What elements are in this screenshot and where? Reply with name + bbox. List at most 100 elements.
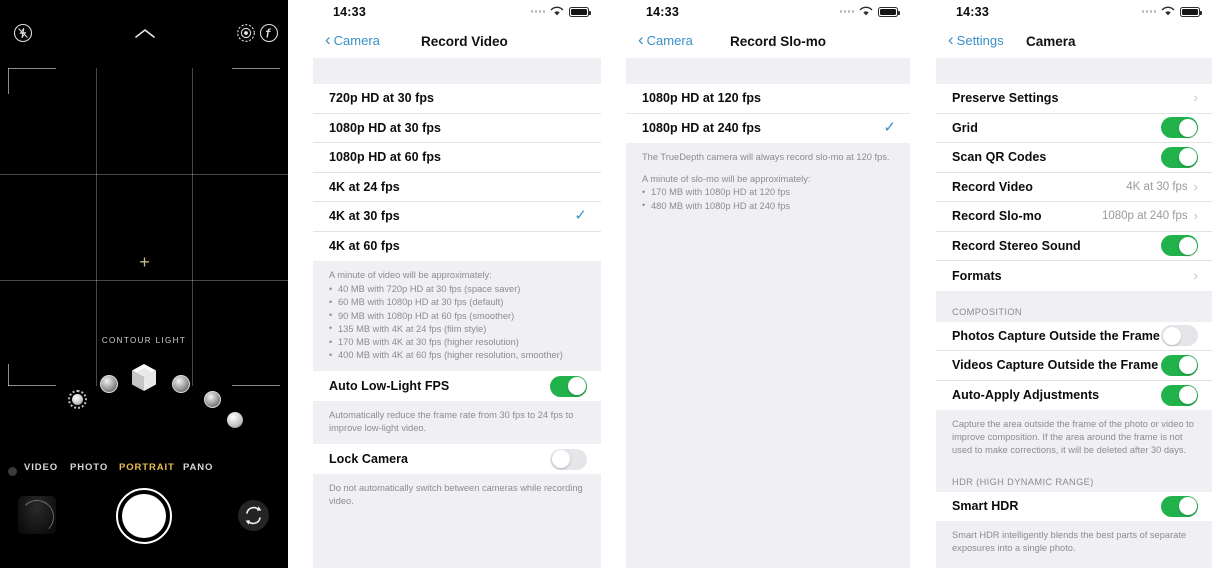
- toggle-lock-camera[interactable]: [550, 448, 587, 470]
- row-record-slomo[interactable]: Record Slo-mo 1080p at 240 fps ›: [936, 202, 1212, 232]
- record-video-panel: 14:33 ‹ Camera Record Video 720p HD at 3…: [313, 0, 601, 568]
- footnote-line: The TrueDepth camera will always record …: [642, 152, 890, 162]
- battery-icon: [569, 6, 591, 17]
- row-record-video[interactable]: Record Video 4K at 30 fps ›: [936, 172, 1212, 202]
- panel-filler: [936, 564, 1212, 568]
- lock-camera-group: Lock Camera: [313, 444, 601, 474]
- camera-main-settings-group: Preserve Settings › Grid Scan QR Codes R…: [936, 84, 1212, 291]
- filters-icon[interactable]: [258, 22, 280, 44]
- status-bar: 14:33: [626, 0, 910, 26]
- section-spacer: [626, 58, 910, 84]
- navigation-bar: ‹ Settings Camera: [936, 26, 1212, 58]
- checkmark-icon: ✓: [883, 119, 896, 137]
- chevron-right-icon: ›: [1193, 178, 1198, 194]
- toggle-auto-low-light-fps[interactable]: [550, 375, 587, 397]
- composition-note: Capture the area outside the frame of th…: [936, 410, 1212, 467]
- video-size-footnote: A minute of video will be approximately:…: [313, 261, 601, 372]
- footnote-item: 170 MB with 4K at 30 fps (higher resolut…: [329, 336, 585, 349]
- mode-portrait[interactable]: PORTRAIT: [119, 462, 175, 473]
- flip-camera-icon[interactable]: [238, 500, 269, 531]
- toggle-smart-hdr[interactable]: [1161, 495, 1198, 517]
- status-bar: 14:33: [313, 0, 601, 26]
- mode-pano[interactable]: PANO: [183, 462, 213, 473]
- record-video-value: 4K at 30 fps: [1126, 180, 1188, 193]
- cellular-signal-icon: [1141, 10, 1156, 13]
- status-time: 14:33: [333, 5, 366, 19]
- hdr-note: Smart HDR intelligently blends the best …: [936, 521, 1212, 565]
- row-record-stereo-sound[interactable]: Record Stereo Sound: [936, 231, 1212, 261]
- page-title: Record Video: [421, 34, 508, 49]
- list-item[interactable]: 1080p HD at 30 fps: [313, 113, 601, 143]
- row-preserve-settings[interactable]: Preserve Settings ›: [936, 84, 1212, 114]
- toggle-auto-apply-adjustments[interactable]: [1161, 384, 1198, 406]
- list-item[interactable]: 4K at 24 fps: [313, 172, 601, 202]
- list-item[interactable]: 1080p HD at 60 fps: [313, 143, 601, 173]
- list-item-selected[interactable]: 1080p HD at 240 fps ✓: [626, 113, 910, 143]
- mode-photo[interactable]: PHOTO: [70, 462, 108, 473]
- row-lock-camera[interactable]: Lock Camera: [313, 444, 601, 474]
- footnote-item: 90 MB with 1080p HD at 60 fps (smoother): [329, 309, 585, 323]
- section-header-hdr: HDR (HIGH DYNAMIC RANGE): [936, 466, 1212, 492]
- row-auto-low-light-fps[interactable]: Auto Low-Light FPS: [313, 371, 601, 401]
- photo-library-thumbnail[interactable]: [18, 496, 56, 534]
- slomo-options-group: 1080p HD at 120 fps 1080p HD at 240 fps …: [626, 84, 910, 143]
- lighting-dial-stage-mono[interactable]: [227, 412, 243, 428]
- toggle-grid[interactable]: [1161, 117, 1198, 139]
- row-auto-apply-adjustments[interactable]: Auto-Apply Adjustments: [936, 380, 1212, 410]
- video-resolution-options-group: 720p HD at 30 fps 1080p HD at 30 fps 108…: [313, 84, 601, 261]
- status-time: 14:33: [646, 5, 679, 19]
- hdr-group: Smart HDR: [936, 491, 1212, 522]
- chevron-up-icon[interactable]: [132, 26, 158, 42]
- battery-icon: [878, 6, 900, 17]
- row-scan-qr-codes[interactable]: Scan QR Codes: [936, 143, 1212, 173]
- cellular-signal-icon: [530, 10, 545, 13]
- section-spacer: [936, 58, 1212, 84]
- footnote-item: 60 MB with 1080p HD at 30 fps (default): [329, 296, 585, 309]
- portrait-lighting-label: CONTOUR LIGHT: [101, 336, 187, 345]
- chevron-right-icon: ›: [1193, 208, 1198, 224]
- live-photo-icon[interactable]: [235, 22, 257, 44]
- footnote-item: 170 MB with 1080p HD at 120 fps: [642, 186, 894, 199]
- focus-reticle-icon: +: [139, 252, 150, 272]
- list-item[interactable]: 1080p HD at 120 fps: [626, 84, 910, 114]
- footnote-title: A minute of video will be approximately:: [329, 270, 492, 280]
- shutter-button[interactable]: [116, 488, 172, 544]
- row-smart-hdr[interactable]: Smart HDR: [936, 491, 1212, 522]
- list-item[interactable]: 4K at 60 fps: [313, 231, 601, 261]
- lighting-dial-stage[interactable]: [204, 391, 221, 408]
- mode-video[interactable]: VIDEO: [24, 462, 58, 473]
- toggle-record-stereo-sound[interactable]: [1161, 235, 1198, 257]
- toggle-videos-capture-outside-frame[interactable]: [1161, 354, 1198, 376]
- toggle-photos-capture-outside-frame[interactable]: [1161, 325, 1198, 347]
- footnote-title: A minute of slo-mo will be approximately…: [642, 174, 811, 185]
- camera-top-controls: [0, 22, 288, 52]
- page-title: Camera: [1026, 34, 1076, 49]
- list-item[interactable]: 720p HD at 30 fps: [313, 84, 601, 114]
- panel-filler: [626, 221, 910, 568]
- camera-mode-selector[interactable]: VIDEO PHOTO PORTRAIT PANO: [0, 462, 288, 484]
- toggle-scan-qr-codes[interactable]: [1161, 146, 1198, 168]
- navigation-bar: ‹ Camera Record Video: [313, 26, 601, 58]
- record-slomo-value: 1080p at 240 fps: [1101, 210, 1188, 223]
- checkmark-icon: ✓: [574, 207, 587, 225]
- list-item-selected[interactable]: 4K at 30 fps ✓: [313, 202, 601, 232]
- footnote-item: 40 MB with 720p HD at 30 fps (space save…: [329, 283, 585, 296]
- flash-off-icon[interactable]: [12, 22, 34, 44]
- battery-icon: [1180, 6, 1202, 17]
- chevron-right-icon: ›: [1193, 267, 1198, 283]
- footnote-item: 480 MB with 1080p HD at 240 fps: [642, 199, 894, 213]
- contour-light-cube-icon[interactable]: [126, 360, 162, 396]
- row-grid[interactable]: Grid: [936, 113, 1212, 143]
- footnote-item: 135 MB with 4K at 24 fps (film style): [329, 322, 585, 336]
- lighting-dial-contour[interactable]: [172, 375, 190, 393]
- row-formats[interactable]: Formats ›: [936, 261, 1212, 291]
- row-videos-capture-outside-frame[interactable]: Videos Capture Outside the Frame: [936, 351, 1212, 381]
- page-title: Record Slo-mo: [730, 34, 827, 49]
- section-spacer: [313, 58, 601, 84]
- slomo-footnote: The TrueDepth camera will always record …: [626, 143, 910, 222]
- row-photos-capture-outside-frame[interactable]: Photos Capture Outside the Frame: [936, 321, 1212, 351]
- lighting-dial-studio[interactable]: [100, 375, 118, 393]
- panel-filler: [313, 517, 601, 568]
- chevron-right-icon: ›: [1193, 90, 1198, 106]
- camera-settings-panel: 14:33 ‹ Settings Camera Preserve Setting…: [936, 0, 1212, 568]
